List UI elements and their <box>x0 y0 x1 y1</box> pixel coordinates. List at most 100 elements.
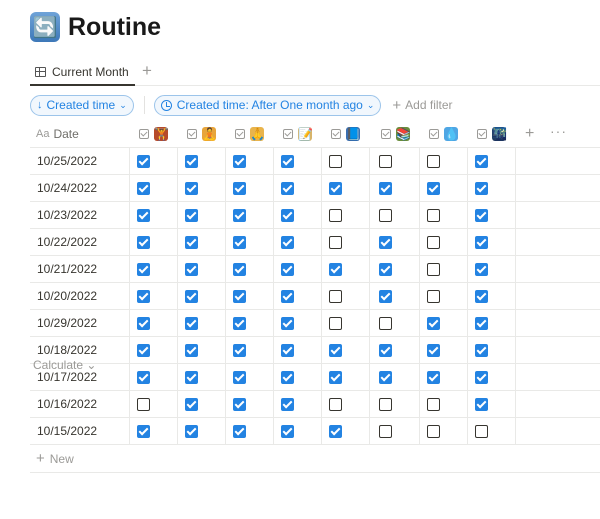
checkbox-checked[interactable] <box>233 181 246 195</box>
checkbox-checked[interactable] <box>281 424 294 438</box>
checkbox-checked[interactable] <box>329 262 342 276</box>
column-header-city-night[interactable]: 🌃 <box>468 120 516 147</box>
column-header-date[interactable]: Aa Date <box>30 120 130 147</box>
checkbox-checked[interactable] <box>137 424 150 438</box>
checkbox-checked[interactable] <box>379 235 392 249</box>
checkbox-unchecked[interactable] <box>379 316 392 330</box>
add-view-button[interactable]: + <box>142 60 152 82</box>
checkbox-checked[interactable] <box>475 343 488 357</box>
checkbox-unchecked[interactable] <box>427 397 440 411</box>
checkbox-checked[interactable] <box>475 208 488 222</box>
more-options-icon[interactable]: ··· <box>550 123 567 139</box>
checkbox-checked[interactable] <box>281 370 294 384</box>
checkbox-checked[interactable] <box>427 343 440 357</box>
checkbox-unchecked[interactable] <box>427 208 440 222</box>
checkbox-checked[interactable] <box>185 343 198 357</box>
checkbox-checked[interactable] <box>379 370 392 384</box>
checkbox-checked[interactable] <box>427 181 440 195</box>
checkbox-checked[interactable] <box>185 181 198 195</box>
checkbox-unchecked[interactable] <box>427 262 440 276</box>
checkbox-checked[interactable] <box>185 262 198 276</box>
checkbox-checked[interactable] <box>427 316 440 330</box>
checkbox-checked[interactable] <box>329 343 342 357</box>
page-title[interactable]: Routine <box>68 13 161 42</box>
checkbox-checked[interactable] <box>475 262 488 276</box>
new-row-button[interactable]: + New <box>30 445 600 473</box>
checkbox-checked[interactable] <box>233 316 246 330</box>
date-cell[interactable]: 10/21/2022 <box>30 256 130 282</box>
checkbox-checked[interactable] <box>233 397 246 411</box>
checkbox-checked[interactable] <box>379 343 392 357</box>
checkbox-unchecked[interactable] <box>137 397 150 411</box>
checkbox-checked[interactable] <box>185 316 198 330</box>
checkbox-checked[interactable] <box>137 235 150 249</box>
checkbox-unchecked[interactable] <box>379 397 392 411</box>
checkbox-unchecked[interactable] <box>329 235 342 249</box>
checkbox-checked[interactable] <box>281 235 294 249</box>
column-header-books[interactable]: 📚 <box>372 120 420 147</box>
checkbox-checked[interactable] <box>185 370 198 384</box>
checkbox-checked[interactable] <box>475 154 488 168</box>
checkbox-checked[interactable] <box>185 154 198 168</box>
column-header-praying-hands[interactable]: 🙏 <box>226 120 274 147</box>
checkbox-checked[interactable] <box>427 370 440 384</box>
sort-pill[interactable]: ↓ Created time ⌄ <box>30 94 134 116</box>
repeat-arrows-icon[interactable]: 🔄 <box>30 12 60 42</box>
filter-pill[interactable]: Created time: After One month ago ⌄ <box>153 94 382 116</box>
checkbox-unchecked[interactable] <box>427 424 440 438</box>
column-header-weightlifter[interactable]: 🏋 <box>130 120 178 147</box>
checkbox-checked[interactable] <box>137 181 150 195</box>
add-filter-button[interactable]: + Add filter <box>392 97 452 114</box>
calculate-button[interactable]: Calculate ⌄ <box>33 358 96 372</box>
checkbox-checked[interactable] <box>185 289 198 303</box>
date-cell[interactable]: 10/29/2022 <box>30 310 130 336</box>
checkbox-checked[interactable] <box>137 316 150 330</box>
column-header-blue-book[interactable]: 📘 <box>322 120 370 147</box>
checkbox-checked[interactable] <box>233 370 246 384</box>
column-header-meditation[interactable]: 🧘 <box>178 120 226 147</box>
checkbox-checked[interactable] <box>281 262 294 276</box>
checkbox-unchecked[interactable] <box>427 289 440 303</box>
checkbox-checked[interactable] <box>281 181 294 195</box>
checkbox-checked[interactable] <box>185 397 198 411</box>
column-header-water-drop[interactable]: 💧 <box>420 120 468 147</box>
column-header-memo[interactable]: 📝 <box>274 120 322 147</box>
checkbox-checked[interactable] <box>379 262 392 276</box>
checkbox-unchecked[interactable] <box>329 154 342 168</box>
checkbox-unchecked[interactable] <box>475 424 488 438</box>
checkbox-checked[interactable] <box>281 154 294 168</box>
checkbox-checked[interactable] <box>137 262 150 276</box>
checkbox-checked[interactable] <box>329 424 342 438</box>
checkbox-checked[interactable] <box>233 154 246 168</box>
checkbox-checked[interactable] <box>475 235 488 249</box>
checkbox-checked[interactable] <box>233 235 246 249</box>
checkbox-checked[interactable] <box>137 343 150 357</box>
checkbox-unchecked[interactable] <box>329 397 342 411</box>
checkbox-checked[interactable] <box>185 235 198 249</box>
checkbox-unchecked[interactable] <box>379 208 392 222</box>
checkbox-checked[interactable] <box>475 397 488 411</box>
checkbox-checked[interactable] <box>137 208 150 222</box>
checkbox-checked[interactable] <box>281 316 294 330</box>
checkbox-unchecked[interactable] <box>379 154 392 168</box>
date-cell[interactable]: 10/20/2022 <box>30 283 130 309</box>
checkbox-checked[interactable] <box>379 181 392 195</box>
checkbox-checked[interactable] <box>185 424 198 438</box>
checkbox-checked[interactable] <box>329 370 342 384</box>
checkbox-unchecked[interactable] <box>329 208 342 222</box>
date-cell[interactable]: 10/15/2022 <box>30 418 130 444</box>
date-cell[interactable]: 10/16/2022 <box>30 391 130 417</box>
checkbox-unchecked[interactable] <box>379 424 392 438</box>
checkbox-unchecked[interactable] <box>329 316 342 330</box>
checkbox-checked[interactable] <box>185 208 198 222</box>
checkbox-checked[interactable] <box>475 316 488 330</box>
checkbox-checked[interactable] <box>281 289 294 303</box>
checkbox-checked[interactable] <box>137 289 150 303</box>
checkbox-checked[interactable] <box>379 289 392 303</box>
date-cell[interactable]: 10/24/2022 <box>30 175 130 201</box>
checkbox-checked[interactable] <box>233 289 246 303</box>
checkbox-checked[interactable] <box>475 370 488 384</box>
checkbox-unchecked[interactable] <box>427 154 440 168</box>
checkbox-unchecked[interactable] <box>427 235 440 249</box>
checkbox-checked[interactable] <box>233 343 246 357</box>
